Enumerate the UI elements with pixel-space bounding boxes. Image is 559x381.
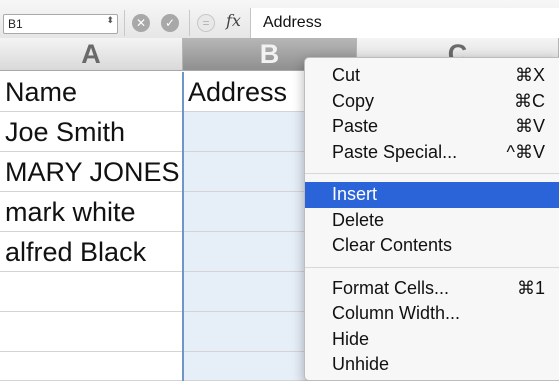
toolbar-separator: [124, 10, 125, 36]
cell-a7[interactable]: [0, 312, 183, 351]
menu-item-label: Column Width...: [332, 303, 461, 323]
cell-a3[interactable]: MARY JONES: [0, 152, 183, 191]
name-box-value: B1: [8, 17, 23, 31]
menu-item-format-cells[interactable]: Format Cells... ⌘1: [305, 276, 559, 302]
cancel-icon[interactable]: ✕: [132, 14, 150, 32]
menu-item-column-width[interactable]: Column Width...: [305, 301, 559, 327]
menu-item-cut[interactable]: Cut ⌘X: [305, 63, 559, 89]
formula-bar: B1 ⬍ ✕ ✓ = fx Address: [0, 0, 559, 39]
formula-input[interactable]: Address: [250, 8, 559, 38]
name-box[interactable]: B1 ⬍: [3, 14, 118, 34]
menu-item-unhide[interactable]: Unhide: [305, 352, 559, 378]
menu-item-shortcut: ⌘X: [514, 65, 545, 85]
menu-item-label: Paste: [332, 116, 379, 136]
menu-item-label: Delete: [332, 209, 385, 230]
cell-a6[interactable]: [0, 272, 183, 311]
menu-separator: [305, 173, 559, 174]
toolbar-separator: [189, 10, 190, 36]
menu-item-shortcut: ⌘V: [514, 116, 545, 136]
menu-item-insert[interactable]: Insert: [305, 182, 559, 208]
menu-item-delete[interactable]: Delete: [305, 208, 559, 234]
menu-item-clear-contents[interactable]: Clear Contents: [305, 233, 559, 259]
menu-item-label: Hide: [332, 328, 370, 349]
cell-a1[interactable]: Name: [0, 72, 183, 111]
menu-item-label: Clear Contents: [332, 235, 453, 255]
menu-item-shortcut: ⌘C: [514, 90, 545, 111]
cell-a4[interactable]: mark white: [0, 192, 183, 231]
menu-item-label: Cut: [332, 65, 361, 85]
column-header-a[interactable]: A: [0, 38, 183, 71]
function-icon[interactable]: =: [197, 14, 215, 32]
context-menu: Cut ⌘X Copy ⌘C Paste ⌘V Paste Special...…: [304, 57, 559, 381]
menu-item-label: Copy: [332, 90, 375, 111]
menu-item-hide[interactable]: Hide: [305, 327, 559, 353]
cell-a2[interactable]: Joe Smith: [0, 112, 183, 151]
menu-item-label: Format Cells...: [332, 277, 450, 298]
cell-a8[interactable]: [0, 352, 183, 380]
name-box-stepper-icon[interactable]: ⬍: [106, 16, 114, 25]
menu-item-paste-special[interactable]: Paste Special... ^⌘V: [305, 140, 559, 166]
menu-item-label: Unhide: [332, 354, 390, 374]
menu-separator: [305, 266, 559, 268]
menu-item-copy[interactable]: Copy ⌘C: [305, 89, 559, 115]
menu-item-shortcut: ^⌘V: [506, 141, 545, 162]
menu-item-paste[interactable]: Paste ⌘V: [305, 114, 559, 140]
fx-icon[interactable]: fx: [226, 11, 241, 30]
enter-icon[interactable]: ✓: [161, 14, 179, 32]
cell-a5[interactable]: alfred Black: [0, 232, 183, 271]
menu-item-shortcut: ⌘1: [516, 277, 545, 298]
menu-item-label: Paste Special...: [332, 141, 458, 162]
menu-item-label: Insert: [332, 184, 378, 204]
